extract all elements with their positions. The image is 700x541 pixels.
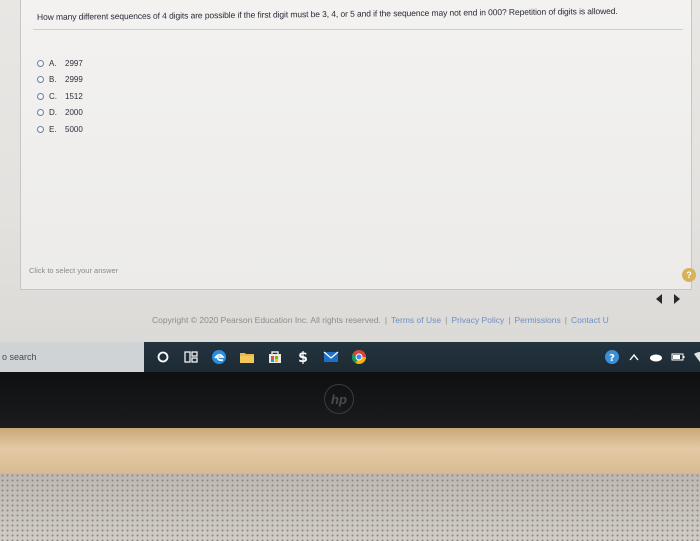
taskbar-apps: $ bbox=[155, 349, 367, 365]
divider bbox=[33, 29, 683, 30]
help-button[interactable]: ? bbox=[682, 268, 696, 282]
option-letter: B. bbox=[49, 75, 57, 85]
option-d[interactable]: D. 2000 bbox=[37, 105, 83, 122]
instruction-hint: Click to select your answer bbox=[29, 266, 119, 275]
browser-viewport: How many different sequences of 4 digits… bbox=[0, 0, 700, 342]
option-value: 1512 bbox=[65, 91, 83, 101]
question-text: How many different sequences of 4 digits… bbox=[36, 5, 618, 22]
radio-button[interactable] bbox=[37, 109, 44, 117]
cortana-icon[interactable] bbox=[155, 349, 171, 365]
taskbar: o search $ ? bbox=[0, 342, 700, 372]
option-value: 5000 bbox=[65, 124, 83, 134]
radio-button[interactable] bbox=[37, 76, 44, 84]
radio-button[interactable] bbox=[37, 92, 44, 100]
wifi-icon[interactable] bbox=[692, 349, 700, 365]
cloud-icon[interactable] bbox=[648, 349, 664, 365]
option-letter: E. bbox=[49, 124, 57, 134]
copyright-text: Copyright © 2020 Pearson Education Inc. … bbox=[152, 315, 381, 325]
edge-browser-icon[interactable] bbox=[211, 349, 227, 365]
dollar-app-icon[interactable]: $ bbox=[295, 349, 311, 365]
search-placeholder: o search bbox=[2, 352, 37, 362]
svg-text:$: $ bbox=[298, 350, 308, 365]
option-a[interactable]: A. 2997 bbox=[37, 55, 83, 72]
task-view-icon[interactable] bbox=[183, 349, 199, 365]
battery-icon[interactable] bbox=[670, 349, 686, 365]
laptop-hinge bbox=[0, 428, 700, 473]
previous-arrow-icon[interactable] bbox=[656, 294, 662, 304]
taskbar-search[interactable]: o search bbox=[0, 342, 144, 372]
option-b[interactable]: B. 2999 bbox=[37, 72, 83, 89]
question-card: How many different sequences of 4 digits… bbox=[20, 0, 696, 290]
radio-button[interactable] bbox=[37, 125, 44, 133]
chrome-icon[interactable] bbox=[351, 349, 367, 365]
footer: Copyright © 2020 Pearson Education Inc. … bbox=[152, 315, 609, 325]
permissions-link[interactable]: Permissions bbox=[514, 315, 560, 325]
option-value: 2997 bbox=[65, 58, 83, 68]
mail-icon[interactable] bbox=[323, 349, 339, 365]
option-value: 2999 bbox=[65, 75, 83, 85]
store-icon[interactable] bbox=[267, 349, 283, 365]
system-tray: ? bbox=[604, 349, 700, 365]
option-letter: D. bbox=[49, 108, 57, 118]
chevron-up-icon[interactable] bbox=[626, 349, 642, 365]
terms-link[interactable]: Terms of Use bbox=[391, 315, 441, 325]
hp-logo: hp bbox=[324, 384, 354, 414]
next-arrow-icon[interactable] bbox=[674, 294, 680, 304]
file-explorer-icon[interactable] bbox=[239, 349, 255, 365]
option-letter: C. bbox=[49, 91, 57, 101]
option-c[interactable]: C. 1512 bbox=[37, 88, 83, 105]
option-e[interactable]: E. 5000 bbox=[37, 121, 83, 138]
speaker-grille bbox=[0, 473, 700, 541]
answer-options: A. 2997 B. 2999 C. 1512 D. 2000 E. 5000 bbox=[37, 55, 83, 138]
privacy-link[interactable]: Privacy Policy bbox=[451, 315, 504, 325]
option-letter: A. bbox=[49, 58, 57, 68]
question-navigation bbox=[656, 294, 680, 304]
option-value: 2000 bbox=[65, 108, 83, 118]
radio-button[interactable] bbox=[37, 59, 44, 67]
contact-link[interactable]: Contact U bbox=[571, 315, 609, 325]
help-tray-icon[interactable]: ? bbox=[604, 349, 620, 365]
svg-text:?: ? bbox=[609, 353, 615, 364]
